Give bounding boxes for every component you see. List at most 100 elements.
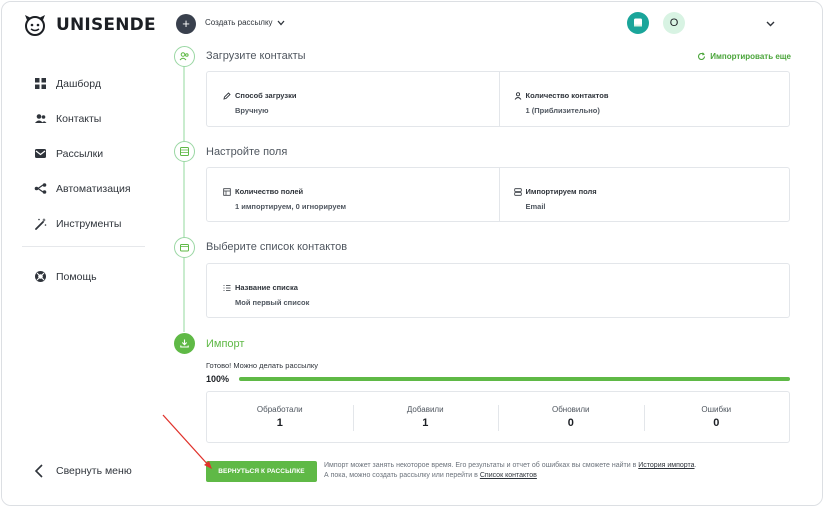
stat-errors: Ошибки 0 — [643, 392, 790, 442]
list-name-label-text: Название списка — [235, 283, 298, 292]
collapse-menu-label: Свернуть меню — [56, 465, 132, 477]
imported-fields-label-text: Импортируем поля — [525, 187, 597, 196]
account-chevron-down-icon[interactable] — [766, 21, 775, 27]
sidebar-nav: Дашборд Контакты Рассылки Автоматизация … — [2, 66, 157, 294]
list-icon — [223, 284, 231, 291]
stat-value: 1 — [422, 417, 429, 429]
contacts-count-cell: Количество контактов 1 (Приблизительно) — [498, 72, 790, 126]
magic-wand-icon — [35, 218, 47, 230]
step-list-title: Выберите список контактов — [206, 241, 348, 253]
imported-fields-label: Импортируем поля — [513, 187, 790, 196]
upload-method-label-text: Способ загрузки — [235, 91, 297, 100]
create-campaign-dropdown[interactable]: Создать рассылку — [205, 18, 285, 27]
upload-method-value: Вручную — [235, 106, 269, 115]
sidebar-divider — [22, 246, 145, 247]
refresh-icon — [698, 52, 706, 60]
sidebar-item-label: Помощь — [56, 270, 97, 283]
automation-icon — [34, 183, 47, 194]
collapse-menu-button[interactable]: Свернуть меню — [34, 464, 132, 478]
import-stats-card: Обработали 1 Добавили 1 Обновили 0 Ошибк… — [206, 391, 790, 443]
stat-value: 0 — [567, 417, 574, 429]
imported-fields-value: Email — [525, 202, 546, 211]
sidebar-item-label: Автоматизация — [56, 182, 131, 195]
back-to-campaign-button[interactable]: ВЕРНУТЬСЯ К РАССЫЛКЕ — [206, 461, 317, 482]
import-note: Импорт может занять некоторое время. Его… — [324, 461, 794, 481]
fields-count-cell: Количество полей 1 импортируем, 0 игнори… — [207, 168, 499, 221]
import-note-line1: Импорт может занять некоторое время. Его… — [324, 462, 697, 469]
fields-count-value: 1 импортируем, 0 игнорируем — [235, 202, 347, 211]
sidebar-item-label: Инструменты — [56, 217, 122, 230]
step-fields-icon — [174, 141, 195, 162]
list-name-value: Мой первый список — [235, 298, 310, 307]
contacts-icon — [35, 114, 47, 123]
sidebar-item-label: Рассылки — [56, 147, 104, 160]
step-upload-title: Загрузите контакты — [206, 50, 306, 62]
import-progress-fill — [239, 377, 790, 381]
sidebar-item-label: Дашборд — [56, 77, 101, 90]
import-note-line2: А пока, можно создать рассылку или перей… — [324, 471, 794, 481]
fields-summary-card: Количество полей 1 импортируем, 0 игнори… — [206, 167, 790, 222]
step-import-icon — [174, 333, 195, 354]
sidebar-item-tools[interactable]: Инструменты — [2, 206, 157, 241]
step-upload-icon — [174, 46, 195, 67]
dashboard-icon — [35, 78, 46, 89]
import-status-text: Готово! Можно делать рассылку — [206, 361, 318, 370]
step-import-title: Импорт — [206, 338, 245, 350]
import-note-text: Импорт может занять некоторое время. Его… — [324, 462, 637, 469]
logo-icon — [25, 15, 45, 36]
stat-processed: Обработали 1 — [207, 392, 353, 442]
import-progress-label: 100% — [206, 374, 230, 384]
contacts-count-value: 1 (Приблизительно) — [525, 106, 600, 115]
list-name-cell: Название списка Мой первый список — [207, 264, 789, 317]
stat-added: Добавили 1 — [352, 392, 499, 442]
brand-name: UNISENDER — [56, 15, 170, 35]
import-more-link[interactable]: Импортировать еще — [697, 52, 791, 61]
step-fields-title: Настройте поля — [206, 146, 288, 158]
chevron-left-icon — [34, 464, 43, 478]
stat-value: 0 — [713, 417, 720, 429]
steps-timeline — [183, 62, 185, 332]
step-list-icon — [174, 237, 195, 258]
stat-label: Обновили — [551, 405, 590, 414]
list-summary-card: Название списка Мой первый список — [206, 263, 790, 318]
contacts-count-label: Количество контактов — [514, 91, 790, 100]
list-name-label: Название списка — [223, 283, 789, 292]
upload-summary-card: Способ загрузки Вручную Количество конта… — [206, 71, 790, 127]
top-header: + Создать рассылку О — [157, 2, 822, 48]
person-icon — [514, 91, 521, 100]
sidebar-item-contacts[interactable]: Контакты — [2, 101, 157, 136]
brand-logo[interactable]: UNISENDER — [22, 12, 169, 38]
annotation-arrow-icon — [162, 414, 212, 469]
database-icon — [513, 187, 522, 196]
import-note-text-2: А пока, можно создать рассылку или перей… — [324, 472, 478, 479]
stat-value: 1 — [276, 417, 283, 429]
upload-method-cell: Способ загрузки Вручную — [207, 72, 499, 126]
plus-icon[interactable]: + — [176, 14, 196, 34]
contacts-count-label-text: Количество контактов — [525, 91, 609, 100]
sidebar-item-label: Контакты — [56, 112, 102, 125]
table-icon — [223, 187, 231, 196]
upload-method-label: Способ загрузки — [223, 91, 499, 100]
contact-list-link[interactable]: Список контактов — [480, 472, 537, 479]
stat-label: Ошибки — [701, 405, 732, 414]
stat-label: Добавили — [406, 405, 444, 414]
sidebar-item-campaigns[interactable]: Рассылки — [2, 136, 157, 171]
avatar[interactable]: О — [663, 12, 685, 34]
sidebar: UNISENDER Дашборд Контакты Рассылки Авто… — [2, 2, 169, 505]
sidebar-item-dashboard[interactable]: Дашборд — [2, 66, 157, 101]
chevron-down-icon — [277, 20, 285, 25]
import-progress-bar — [239, 377, 790, 381]
imported-fields-cell: Импортируем поля Email — [498, 168, 790, 221]
help-icon — [35, 271, 46, 282]
stat-updated: Обновили 0 — [498, 392, 644, 442]
sidebar-item-automation[interactable]: Автоматизация — [2, 171, 157, 206]
fields-count-label-text: Количество полей — [235, 187, 304, 196]
sidebar-item-help[interactable]: Помощь — [2, 259, 157, 294]
import-more-label: Импортировать еще — [710, 52, 791, 61]
mail-icon — [35, 149, 46, 158]
stat-label: Обработали — [256, 405, 303, 414]
import-history-link[interactable]: История импорта — [638, 462, 694, 469]
chat-icon[interactable] — [627, 12, 649, 34]
pencil-icon — [223, 91, 231, 100]
create-campaign-label: Создать рассылку — [205, 18, 273, 27]
